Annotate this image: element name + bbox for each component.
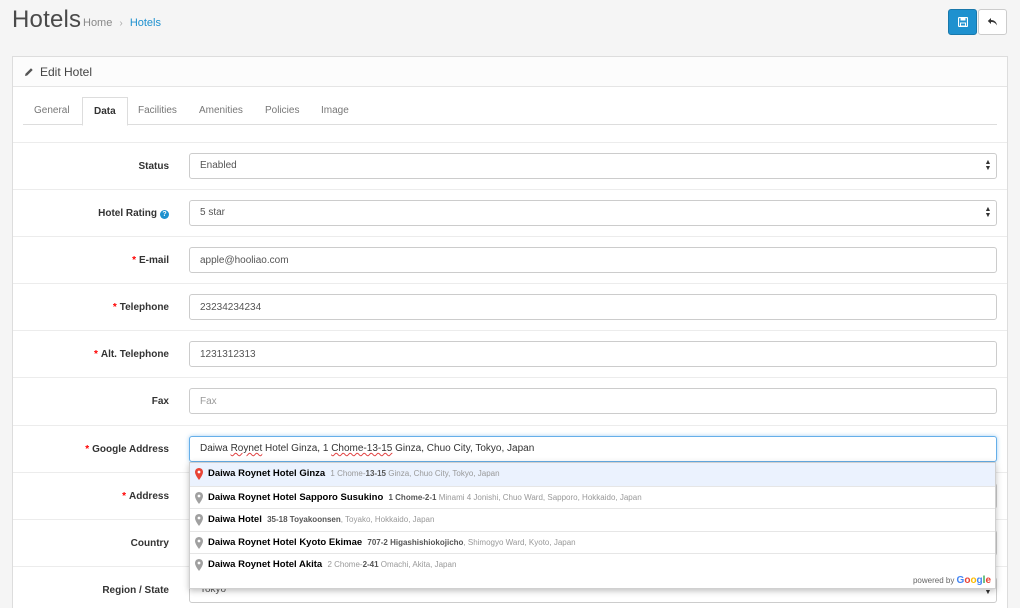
tab-image[interactable]: Image [310,97,360,125]
autocomplete-item[interactable]: Daiwa Roynet Hotel Kyoto Ekimae 707-2 Hi… [190,530,995,554]
form-row-telephone: * Telephone [13,283,1007,330]
form-row-email: * E-mail [13,236,1007,283]
save-button[interactable] [948,9,977,35]
map-pin-icon [195,491,203,504]
alt-telephone-field[interactable] [189,341,997,367]
form-row-alt-telephone: * Alt. Telephone [13,330,1007,377]
address-label: * Address [122,491,169,502]
email-label: * E-mail [132,255,169,266]
alt-telephone-label: * Alt. Telephone [93,349,169,360]
hotel-rating-label: Hotel Rating? [98,190,169,237]
country-label: Country [130,538,169,549]
tab-bar: General Data Facilities Amenities Polici… [23,97,997,126]
autocomplete-item[interactable]: Daiwa Roynet Hotel Akita 2 Chome-2-41 Om… [190,553,995,576]
map-pin-icon [195,514,203,527]
address-autocomplete-dropdown: Daiwa Roynet Hotel Ginza 1 Chome-13-15 G… [189,462,996,589]
status-value: Enabled [200,160,237,171]
breadcrumb-separator-icon: › [119,18,123,29]
tab-general[interactable]: General [23,97,81,125]
page-title: Hotels [12,6,82,33]
page-header: Hotels Home › Hotels [0,0,1020,44]
telephone-field[interactable] [189,294,997,320]
panel-heading: Edit Hotel [13,57,1007,87]
select-caret-icon: ▲▼ [984,206,992,219]
back-button[interactable] [978,9,1007,35]
breadcrumb-current[interactable]: Hotels [130,17,161,29]
form-row-hotel-rating: Hotel Rating? 5 star ▲ ▼ [13,189,1007,236]
google-logo: Google [956,575,991,586]
map-pin-icon [195,536,203,549]
breadcrumb-home[interactable]: Home [83,17,112,29]
status-label: Status [138,161,169,172]
required-marker: * [122,491,126,502]
fax-field[interactable] [189,388,997,414]
powered-by-google: powered by Google [912,575,991,586]
select-caret-icon: ▲▼ [984,159,992,172]
tab-amenities[interactable]: Amenities [188,97,254,125]
panel-title: Edit Hotel [40,64,93,79]
tab-facilities[interactable]: Facilities [127,97,188,125]
map-pin-icon [195,559,203,572]
status-select[interactable]: Enabled ▲ ▼ [189,153,997,179]
reply-icon [987,18,997,26]
tab-data[interactable]: Data [82,97,128,126]
pencil-icon [25,67,33,76]
fax-label: Fax [151,396,169,407]
google-address-field[interactable]: Daiwa Roynet Hotel Ginza, 1 Chome-13-15 … [189,436,997,462]
breadcrumb: Home › Hotels [83,17,161,29]
form-row-fax: Fax [13,377,1007,424]
google-address-label: * Google Address [85,444,169,455]
form-row-status: Status Enabled ▲ ▼ [13,142,1007,189]
autocomplete-item[interactable]: Daiwa Roynet Hotel Ginza 1 Chome-13-15 G… [190,463,995,486]
hotel-rating-value: 5 star [200,207,226,218]
required-marker: * [85,444,90,455]
tab-policies[interactable]: Policies [254,97,310,125]
telephone-label: * Telephone [112,302,169,313]
region-label: Region / State [102,585,169,596]
email-field[interactable] [189,247,997,273]
required-marker: * [132,255,136,266]
autocomplete-item[interactable]: Daiwa Roynet Hotel Sapporo Susukino 1 Ch… [190,485,995,509]
autocomplete-item[interactable]: Daiwa Hotel 35-18 Toyakoonsen, Toyako, H… [190,508,995,531]
hotel-rating-select[interactable]: 5 star ▲ ▼ [189,200,997,226]
help-icon[interactable]: ? [160,210,169,219]
required-marker: * [112,302,117,313]
required-marker: * [93,349,98,360]
save-icon [957,17,968,27]
map-pin-icon [195,468,203,480]
